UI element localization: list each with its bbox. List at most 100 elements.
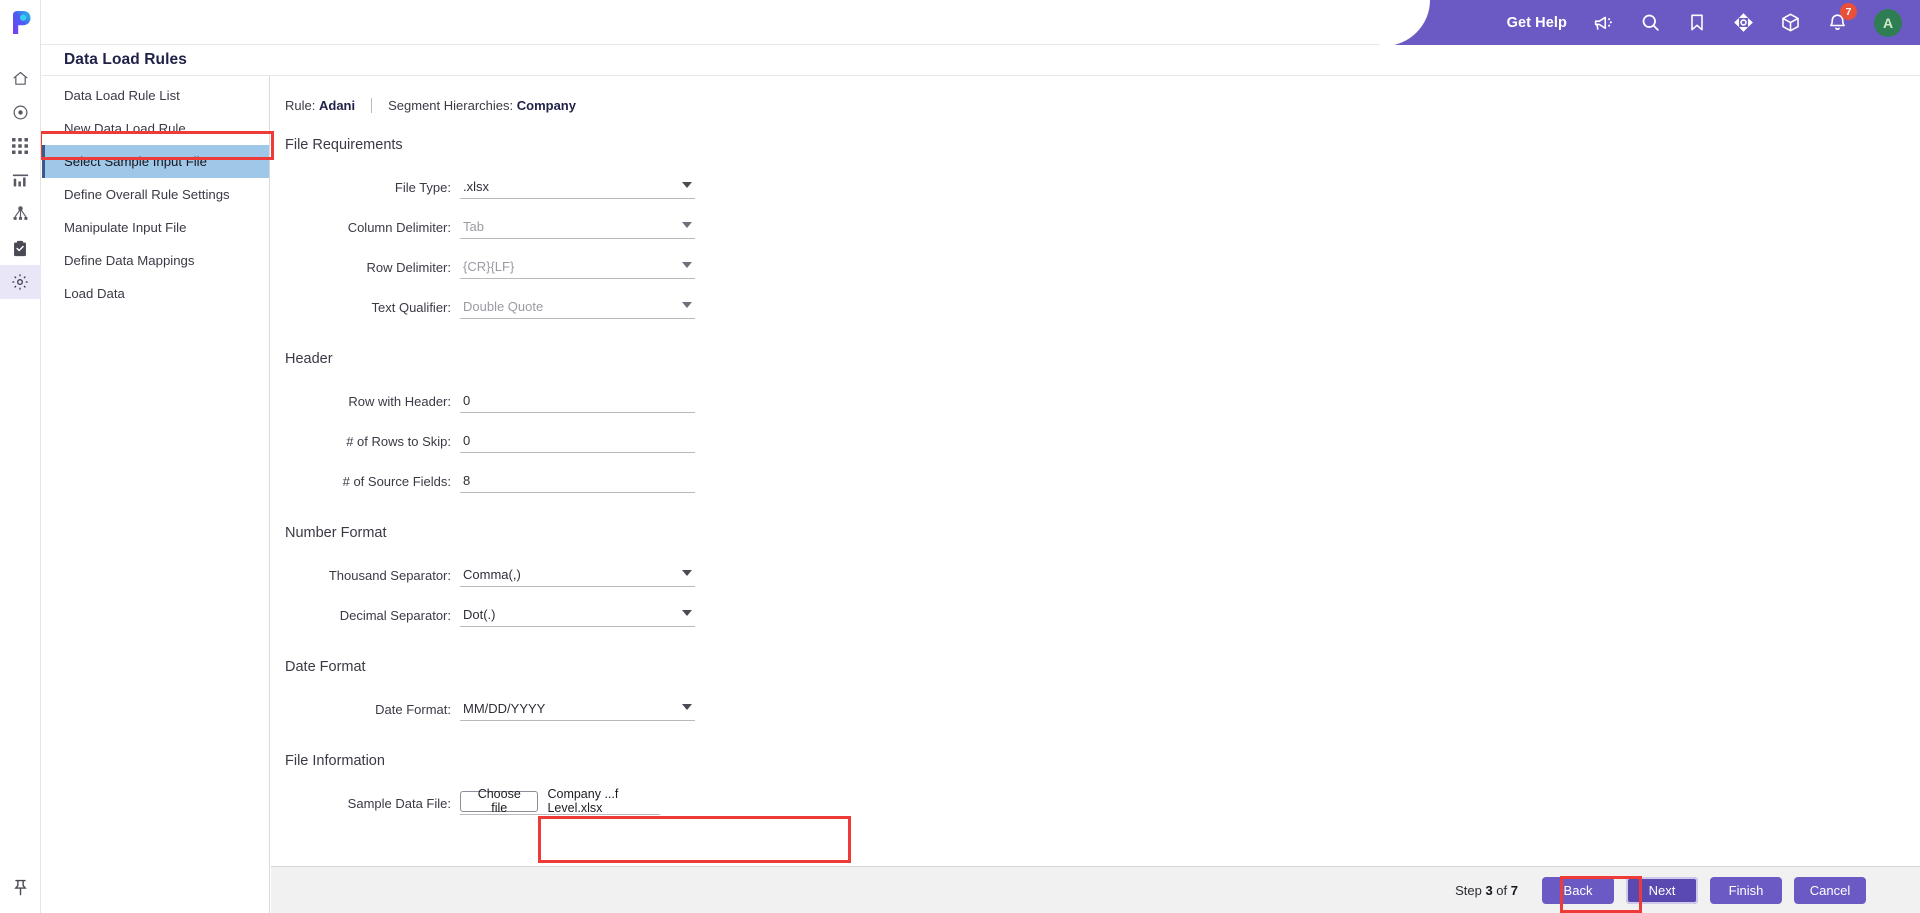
source-fields-input[interactable]: 8	[460, 469, 695, 493]
cube-icon	[1780, 12, 1801, 33]
megaphone-icon	[1593, 12, 1614, 33]
field-column-delimiter: Column Delimiter: Tab	[285, 206, 1920, 239]
step-current: 3	[1485, 882, 1493, 898]
logo-p-icon	[12, 11, 30, 34]
decimal-separator-select[interactable]: Dot(.)	[460, 603, 695, 627]
notifications-button[interactable]: 7	[1827, 3, 1857, 33]
megaphone-button[interactable]	[1593, 12, 1614, 33]
date-format-select[interactable]: MM/DD/YYYY	[460, 697, 695, 721]
avatar: A	[1874, 8, 1902, 37]
column-delimiter-select[interactable]: Tab	[460, 215, 695, 239]
file-type-select[interactable]: .xlsx	[460, 175, 695, 199]
sidebar-item-define-data-mappings[interactable]: Define Data Mappings	[42, 244, 269, 277]
sidebar-item-load-data[interactable]: Load Data	[42, 277, 269, 310]
nav-item-label: Load Data	[64, 286, 125, 301]
section-title: Header	[285, 351, 333, 367]
notification-badge: 7	[1840, 3, 1857, 20]
field-label: Column Delimiter:	[347, 220, 451, 235]
field-value: Comma(,)	[463, 567, 521, 582]
section-title: Date Format	[285, 659, 366, 675]
field-value: 8	[463, 473, 471, 488]
sample-data-file-input[interactable]: Choose file Company ...f Level.xlsx	[460, 787, 660, 815]
content-scroll-area: Rule: Adani Segment Hierarchies: Company…	[271, 76, 1920, 866]
target-crosshair-icon	[1733, 12, 1754, 33]
chevron-down-icon	[682, 182, 692, 188]
sidebar-item-home[interactable]	[0, 61, 41, 95]
get-help-label: Get Help	[1506, 14, 1567, 31]
rows-to-skip-input[interactable]: 0	[460, 429, 695, 453]
sidebar-item-data-load-rule-list[interactable]: Data Load Rule List	[42, 79, 269, 112]
sidebar-item-manipulate-input-file[interactable]: Manipulate Input File	[42, 211, 269, 244]
sidebar-item-new-data-load-rule[interactable]: New Data Load Rule	[42, 112, 269, 145]
field-sample-data-file: Sample Data File: Choose file Company ..…	[285, 782, 1920, 815]
breadcrumb: Rule: Adani Segment Hierarchies: Company	[285, 98, 1920, 113]
field-label: Date Format:	[375, 702, 451, 717]
app-logo[interactable]	[0, 0, 41, 45]
field-value: 0	[463, 433, 471, 448]
field-thousand-separator: Thousand Separator: Comma(,)	[285, 554, 1920, 587]
nav-item-label: Data Load Rule List	[64, 88, 180, 103]
field-label: Decimal Separator:	[339, 608, 451, 623]
field-label: Text Qualifier:	[371, 300, 451, 315]
text-qualifier-select[interactable]: Double Quote	[460, 295, 695, 319]
left-icon-rail	[0, 0, 41, 913]
pin-button[interactable]	[0, 867, 41, 913]
breadcrumb-segment-value: Company	[516, 98, 576, 113]
sidebar-item-apps[interactable]	[0, 129, 41, 163]
gear-icon	[11, 273, 29, 291]
sidebar-item-tasks[interactable]	[0, 231, 41, 265]
field-label: # of Source Fields:	[342, 474, 451, 489]
breadcrumb-segment-label: Segment Hierarchies:	[388, 98, 514, 113]
row-with-header-input[interactable]: 0	[460, 389, 695, 413]
page-title-bar: Data Load Rules	[42, 45, 1920, 76]
finish-button[interactable]: Finish	[1710, 876, 1782, 904]
field-date-format: Date Format: MM/DD/YYYY	[285, 688, 1920, 721]
chevron-down-icon	[682, 222, 692, 228]
nav-item-label: New Data Load Rule	[64, 121, 186, 136]
sidebar-item-define-overall-rule-settings[interactable]: Define Overall Rule Settings	[42, 178, 269, 211]
crosshair-button[interactable]	[1733, 12, 1754, 33]
get-help-button[interactable]: Get Help	[1507, 15, 1567, 31]
home-icon	[12, 70, 29, 87]
breadcrumb-divider	[371, 98, 373, 113]
step-indicator: Step 3 of 7	[1455, 882, 1518, 898]
page-title: Data Load Rules	[64, 51, 187, 68]
field-file-type: File Type: .xlsx	[285, 166, 1920, 199]
breadcrumb-rule-label: Rule:	[285, 98, 316, 113]
chevron-down-icon	[682, 262, 692, 268]
sidebar-item-settings[interactable]	[0, 265, 41, 299]
user-menu-button[interactable]: A	[1874, 8, 1902, 37]
field-value: 0	[463, 393, 471, 408]
nav-item-label: Manipulate Input File	[64, 220, 187, 235]
choose-file-button[interactable]: Choose file	[460, 787, 539, 815]
section-title: File Information	[285, 753, 385, 769]
field-value: {CR}{LF}	[463, 259, 515, 274]
chevron-down-icon	[682, 302, 692, 308]
next-button[interactable]: Next	[1626, 876, 1698, 904]
bookmark-icon	[1687, 12, 1707, 33]
field-source-fields: # of Source Fields: 8	[285, 460, 1920, 493]
thousand-separator-select[interactable]: Comma(,)	[460, 563, 695, 587]
section-date-format: Date Format Date Format: MM/DD/YYYY	[285, 659, 1920, 721]
bookmark-button[interactable]	[1687, 12, 1707, 33]
field-decimal-separator: Decimal Separator: Dot(.)	[285, 594, 1920, 627]
nav-item-label: Define Overall Rule Settings	[64, 187, 230, 202]
chosen-file-name: Company ...f Level.xlsx	[547, 787, 619, 815]
back-button[interactable]: Back	[1542, 876, 1614, 904]
sidebar-item-select-sample-input-file[interactable]: Select Sample Input File	[42, 145, 269, 178]
field-value: Dot(.)	[463, 607, 496, 622]
section-number-format: Number Format Thousand Separator: Comma(…	[285, 525, 1920, 627]
search-button[interactable]	[1640, 12, 1661, 33]
sidebar-item-reports[interactable]	[0, 163, 41, 197]
cube-button[interactable]	[1780, 12, 1801, 33]
sidebar-item-targets[interactable]	[0, 95, 41, 129]
search-icon	[1640, 12, 1661, 33]
cancel-button[interactable]: Cancel	[1794, 876, 1866, 904]
field-value: Tab	[463, 219, 484, 234]
field-row-with-header: Row with Header: 0	[285, 380, 1920, 413]
row-delimiter-select[interactable]: {CR}{LF}	[460, 255, 695, 279]
field-label: # of Rows to Skip:	[346, 434, 451, 449]
sidebar-item-hierarchy[interactable]	[0, 197, 41, 231]
pin-icon	[13, 879, 28, 901]
chart-icon	[12, 172, 29, 189]
